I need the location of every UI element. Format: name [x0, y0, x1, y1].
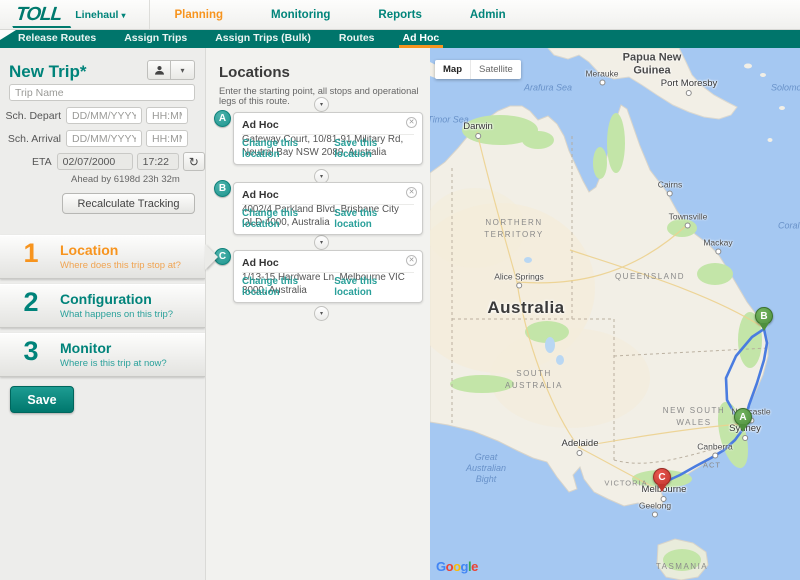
eta-ahead-text: Ahead by 6198d 23h 32m: [71, 174, 180, 185]
step-configuration[interactable]: 2 Configuration What happens on this tri…: [0, 284, 205, 328]
remove-stop-icon[interactable]: ✕: [406, 255, 417, 266]
chevron-down-icon: ▾: [121, 11, 125, 20]
save-location-link[interactable]: Save this location: [334, 138, 414, 160]
top-nav-planning[interactable]: Planning: [150, 9, 247, 21]
stop-links: Change this location Save this location: [242, 204, 414, 230]
save-button[interactable]: Save: [10, 386, 74, 413]
map-marker-a[interactable]: A: [734, 408, 752, 426]
arrival-row: Sch. Arrival: [0, 129, 205, 148]
change-location-link[interactable]: Change this location: [242, 138, 334, 160]
step-title: Location: [60, 242, 118, 258]
wizard-steps: 1 Location Where does this trip stop at?…: [0, 235, 205, 382]
step-location[interactable]: 1 Location Where does this trip stop at?: [0, 235, 205, 279]
stop-card-b[interactable]: ✕ Ad Hoc 4002/4 Parkland Blvd, Brisbane …: [233, 182, 423, 235]
toll-logo: TOLL: [15, 4, 63, 26]
arrival-date-input[interactable]: [66, 130, 142, 147]
change-location-link[interactable]: Change this location: [242, 208, 334, 230]
step-title: Configuration: [60, 291, 152, 307]
step-subtitle: Where does this trip stop at?: [60, 260, 181, 271]
save-location-link[interactable]: Save this location: [334, 276, 414, 298]
sub-nav: Release Routes Assign Trips Assign Trips…: [0, 30, 800, 48]
eta-time-value: [137, 153, 179, 170]
remove-stop-icon[interactable]: ✕: [406, 187, 417, 198]
page-title: New Trip*: [9, 62, 86, 82]
save-location-link[interactable]: Save this location: [334, 208, 414, 230]
eta-row: ETA ↻: [0, 152, 205, 171]
depart-time-input[interactable]: [146, 107, 188, 124]
person-icon: [154, 65, 165, 76]
step-number: 2: [14, 287, 48, 318]
stop-badge-a: A: [214, 110, 231, 127]
driver-split-button: ▾: [147, 60, 195, 80]
step-monitor[interactable]: 3 Monitor Where is this trip at now?: [0, 333, 205, 377]
remove-stop-icon[interactable]: ✕: [406, 117, 417, 128]
top-nav-reports[interactable]: Reports: [354, 9, 445, 21]
recalculate-tracking-button[interactable]: Recalculate Tracking: [62, 193, 195, 214]
arrival-label: Sch. Arrival: [0, 133, 66, 145]
trip-name-input[interactable]: [9, 84, 195, 101]
stop-card-c[interactable]: ✕ Ad Hoc 1/13-15 Hardware Ln, Melbourne …: [233, 250, 423, 303]
subnav-assign-trips[interactable]: Assign Trips: [110, 30, 201, 48]
step-subtitle: What happens on this trip?: [60, 309, 173, 320]
subnav-ad-hoc[interactable]: Ad Hoc: [389, 30, 454, 48]
context-dropdown[interactable]: Linehaul▾: [75, 9, 125, 21]
subnav-release-routes[interactable]: Release Routes: [4, 30, 110, 48]
new-trip-panel: New Trip* ▾ Sch. Depart Sch. Arrival ETA…: [0, 48, 205, 580]
map-button[interactable]: Map: [435, 60, 470, 79]
eta-label: ETA: [0, 156, 57, 168]
split-caret-button[interactable]: ▾: [171, 60, 195, 80]
locations-title: Locations: [219, 64, 290, 81]
depart-date-input[interactable]: [66, 107, 142, 124]
stop-title: Ad Hoc: [242, 189, 414, 201]
insert-stop-button[interactable]: ▾: [314, 97, 329, 112]
refresh-icon: ↻: [189, 156, 199, 168]
insert-stop-button[interactable]: ▾: [314, 235, 329, 250]
step-subtitle: Where is this trip at now?: [60, 358, 167, 369]
subnav-routes[interactable]: Routes: [325, 30, 389, 48]
map-canvas[interactable]: Papua New GuineaPort MoresbyMeraukeSolom…: [430, 48, 800, 580]
map-type-control: Map Satellite: [435, 60, 521, 79]
google-logo[interactable]: Google: [436, 559, 478, 574]
top-bar: TOLL Linehaul▾ Planning Monitoring Repor…: [0, 0, 800, 30]
change-location-link[interactable]: Change this location: [242, 276, 334, 298]
step-title: Monitor: [60, 340, 111, 356]
map-marker-c[interactable]: C: [653, 468, 671, 486]
depart-label: Sch. Depart: [0, 110, 66, 122]
refresh-eta-button[interactable]: ↻: [183, 152, 205, 171]
step-number: 1: [14, 238, 48, 269]
map-marker-b[interactable]: B: [755, 307, 773, 325]
top-nav: Planning Monitoring Reports Admin: [149, 0, 529, 29]
eta-date-value: [57, 153, 133, 170]
stop-links: Change this location Save this location: [242, 272, 414, 298]
insert-stop-button[interactable]: ▾: [314, 306, 329, 321]
step-number: 3: [14, 336, 48, 367]
stop-card-a[interactable]: ✕ Ad Hoc Gateway Court, 10/81-91 Militar…: [233, 112, 423, 165]
stop-badge-b: B: [214, 180, 231, 197]
stop-title: Ad Hoc: [242, 257, 414, 269]
satellite-button[interactable]: Satellite: [470, 60, 521, 79]
top-nav-monitoring[interactable]: Monitoring: [247, 9, 354, 21]
person-icon-button[interactable]: [147, 60, 171, 80]
stop-links: Change this location Save this location: [242, 134, 414, 160]
map-terrain: [430, 48, 800, 580]
locations-panel: Locations Enter the starting point, all …: [205, 48, 430, 580]
arrival-time-input[interactable]: [146, 130, 188, 147]
depart-row: Sch. Depart: [0, 106, 205, 125]
subnav-assign-trips-bulk[interactable]: Assign Trips (Bulk): [201, 30, 325, 48]
stop-title: Ad Hoc: [242, 119, 414, 131]
top-nav-admin[interactable]: Admin: [446, 9, 530, 21]
